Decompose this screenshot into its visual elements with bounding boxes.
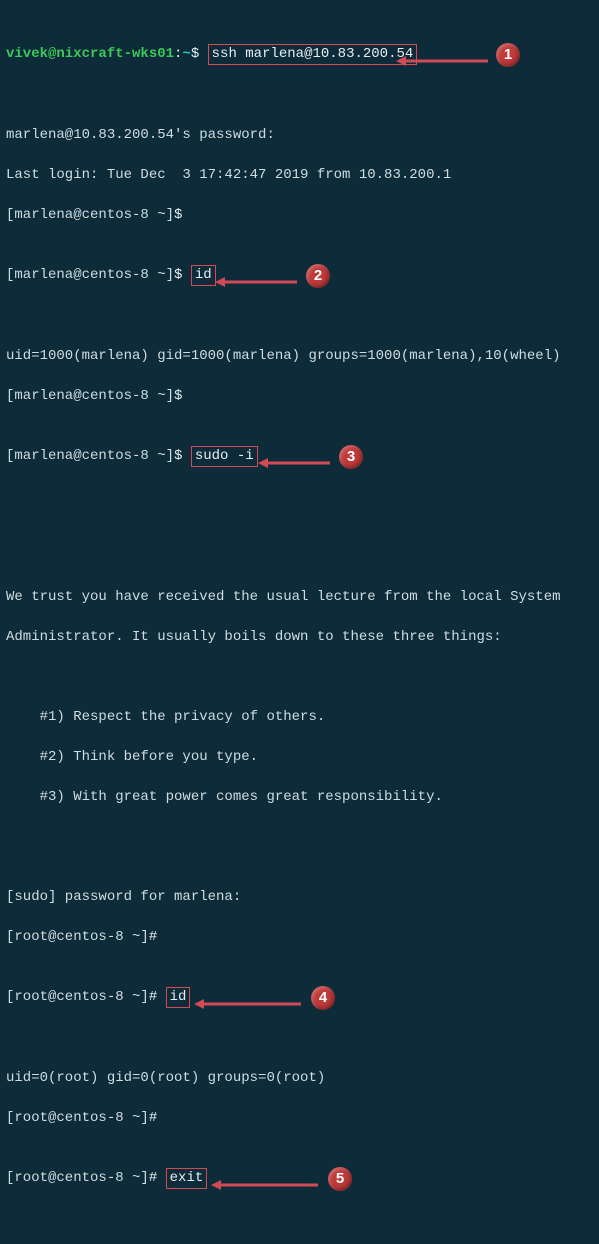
local-path: ~ xyxy=(182,46,190,62)
lecture-l2: Administrator. It usually boils down to … xyxy=(6,627,593,647)
line-ssh: vivek@nixcraft-wks01:~$ ssh marlena@10.8… xyxy=(6,44,593,105)
user-prompt-empty: [marlena@centos-8 ~]$ xyxy=(6,205,593,225)
lecture-i2: #2) Think before you type. xyxy=(6,747,593,767)
blank xyxy=(6,547,593,567)
step-badge-5: 5 xyxy=(328,1167,352,1191)
line-id: [marlena@centos-8 ~]$ id 2 xyxy=(6,265,593,326)
step-badge-2: 2 xyxy=(306,264,330,288)
blank xyxy=(6,667,593,687)
id-user-out: uid=1000(marlena) gid=1000(marlena) grou… xyxy=(6,346,593,366)
arrow-icon xyxy=(258,456,338,470)
step-badge-1: 1 xyxy=(496,43,520,67)
arrow-icon xyxy=(211,1178,326,1192)
line-exit-root: [root@centos-8 ~]# exit 5 xyxy=(6,1168,593,1229)
terminal[interactable]: vivek@nixcraft-wks01:~$ ssh marlena@10.8… xyxy=(0,0,599,1244)
root-prompt-empty: [root@centos-8 ~]# xyxy=(6,1108,593,1128)
boxed-cmd-id-root: id xyxy=(166,987,191,1008)
arrow-icon xyxy=(215,275,305,289)
sudo-pw: [sudo] password for marlena: xyxy=(6,887,593,907)
id-root-out: uid=0(root) gid=0(root) groups=0(root) xyxy=(6,1068,593,1088)
line-sudo-i: [marlena@centos-8 ~]$ sudo -i 3 xyxy=(6,446,593,507)
step-badge-3: 3 xyxy=(339,445,363,469)
boxed-cmd-id: id xyxy=(191,265,216,286)
step-badge-4: 4 xyxy=(311,986,335,1010)
blank xyxy=(6,827,593,847)
boxed-cmd-ssh: ssh marlena@10.83.200.54 xyxy=(208,44,418,65)
boxed-cmd-sudo-i: sudo -i xyxy=(191,446,258,467)
last-login: Last login: Tue Dec 3 17:42:47 2019 from… xyxy=(6,165,593,185)
local-user: vivek@nixcraft-wks01 xyxy=(6,46,174,62)
lecture-i1: #1) Respect the privacy of others. xyxy=(6,707,593,727)
root-prompt-empty: [root@centos-8 ~]# xyxy=(6,927,593,947)
arrow-icon xyxy=(194,997,309,1011)
line-id-root: [root@centos-8 ~]# id 4 xyxy=(6,987,593,1048)
user-prompt-empty: [marlena@centos-8 ~]$ xyxy=(6,386,593,406)
pw-prompt: marlena@10.83.200.54's password: xyxy=(6,125,593,145)
lecture-i3: #3) With great power comes great respons… xyxy=(6,787,593,807)
lecture-l1: We trust you have received the usual lec… xyxy=(6,587,593,607)
arrow-icon xyxy=(396,54,496,68)
boxed-cmd-exit: exit xyxy=(166,1168,208,1189)
